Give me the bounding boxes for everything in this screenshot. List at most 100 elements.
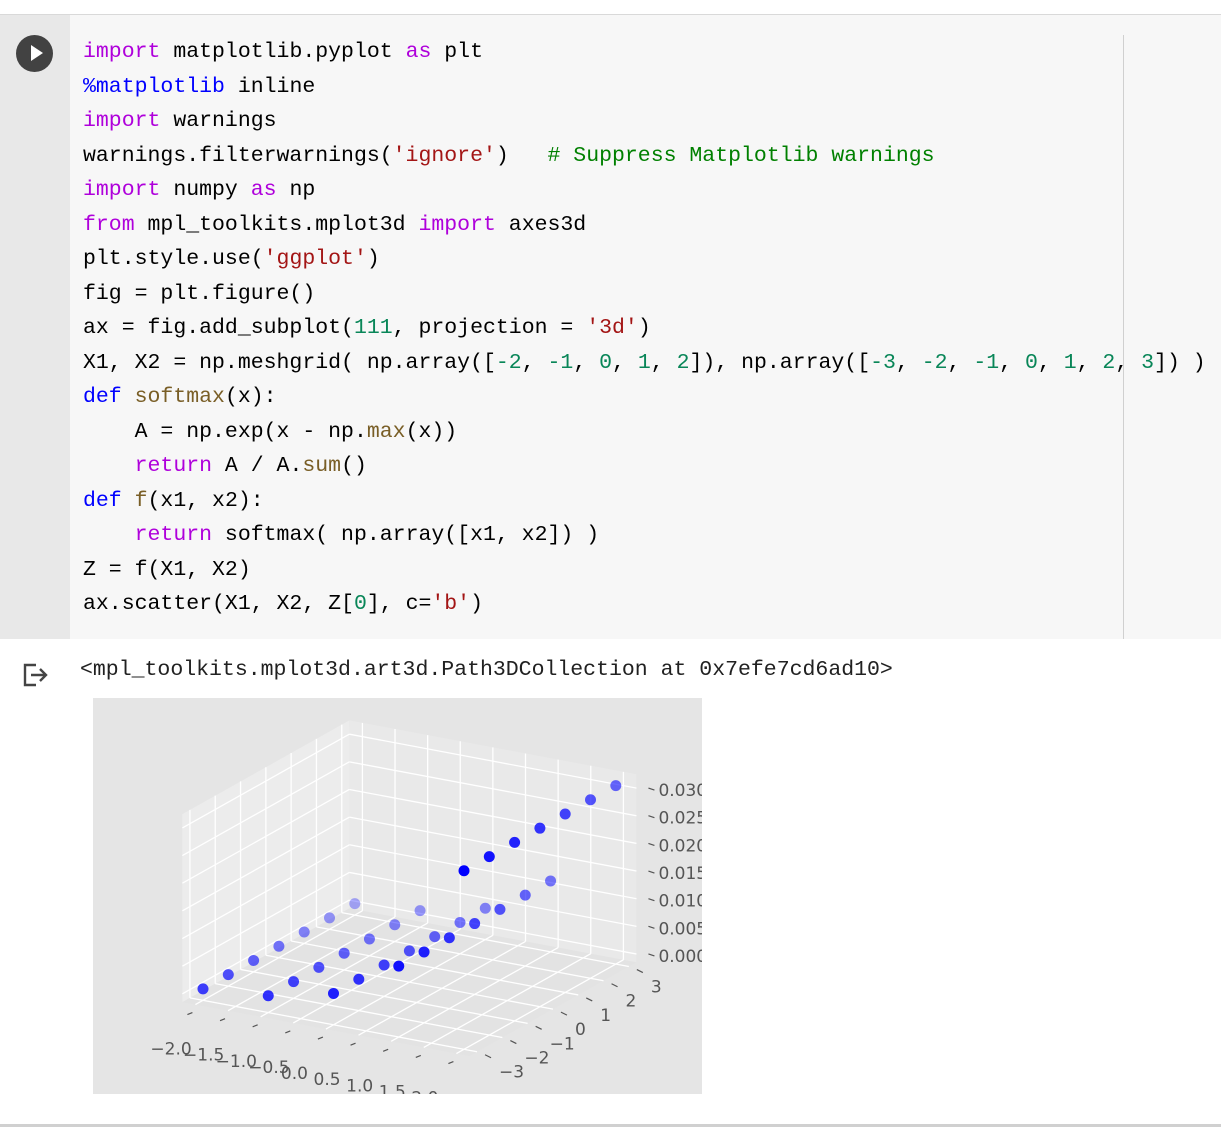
code-token: , — [1115, 350, 1142, 375]
code-token: max — [366, 419, 406, 444]
cell-gutter — [0, 15, 70, 639]
code-line: plt.style.use('ggplot') — [83, 242, 1206, 277]
code-token: import — [83, 109, 161, 133]
z-tick — [648, 787, 655, 791]
x-tick — [187, 1011, 193, 1016]
code-token: %matplotlib — [83, 74, 225, 99]
code-token: as — [250, 178, 277, 202]
x-tick — [317, 1036, 324, 1040]
scatter-point — [418, 946, 430, 958]
x-tick — [252, 1024, 258, 1028]
code-token: as — [405, 40, 432, 64]
code-token: ) — [470, 592, 483, 616]
code-line: return A / A.sum() — [83, 449, 1206, 484]
z-tick — [648, 953, 655, 957]
code-token: ], c= — [366, 592, 432, 616]
code-token: , — [573, 350, 600, 375]
z-tick — [648, 898, 655, 902]
code-line: import matplotlib.pyplot as plt — [83, 35, 1206, 70]
y-tick — [510, 1040, 517, 1045]
z-tick-label: 0.020 — [658, 836, 702, 856]
z-tick — [648, 870, 655, 874]
code-token: ) — [495, 143, 548, 168]
code-line: ax.scatter(X1, X2, Z[0], c='b') — [83, 587, 1206, 622]
scatter-point — [324, 912, 335, 924]
x-tick — [350, 1042, 356, 1046]
code-token: np — [276, 178, 316, 202]
code-line: Z = f(X1, X2) — [83, 553, 1206, 588]
x-tick — [382, 1048, 389, 1052]
code-token: 2 — [676, 350, 690, 375]
code-token: # Suppress Matplotlib warnings — [547, 143, 935, 168]
scatter-point — [363, 933, 375, 945]
chart-svg: −2.0−1.5−1.0−0.50.00.51.01.52.0−3−2−1012… — [150, 720, 707, 1109]
code-token: mpl_toolkits.mplot3d — [134, 212, 419, 237]
code-token: ) — [637, 316, 651, 340]
scatter-point — [585, 794, 596, 806]
z-tick-label: 0.025 — [658, 809, 702, 829]
code-token: import — [418, 212, 496, 237]
code-token: from — [83, 212, 135, 237]
y-tick — [484, 1054, 492, 1059]
code-token: ]) ) — [1154, 350, 1206, 375]
code-token: 1 — [1063, 350, 1077, 375]
code-token: 0 — [1024, 350, 1038, 375]
code-token: -1 — [547, 350, 574, 375]
z-tick-label: 0.015 — [658, 864, 702, 884]
y-tick-label: −1 — [550, 1034, 575, 1054]
scatter-point — [559, 808, 571, 820]
code-token: A / A. — [212, 454, 303, 478]
run-cell-button[interactable] — [16, 35, 53, 72]
scatter-point — [222, 969, 234, 981]
code-token: matplotlib.pyplot — [160, 40, 406, 64]
scatter-point — [298, 926, 310, 938]
code-editor[interactable]: import matplotlib.pyplot as plt %matplotl… — [83, 35, 1206, 622]
code-line: return softmax( np.array([x1, x2]) ) — [83, 518, 1206, 553]
scatter-point — [353, 973, 365, 985]
code-token: fig = plt.figure() — [83, 281, 316, 306]
code-token: plt.style.use( — [83, 247, 264, 271]
code-token: sum — [302, 454, 342, 478]
code-line: %matplotlib inline — [83, 70, 1206, 105]
code-token: warnings.filterwarnings( — [83, 143, 393, 168]
scatter-point — [483, 851, 495, 863]
code-token: return — [134, 454, 213, 478]
z-tick-label: 0.030 — [658, 781, 702, 801]
line-length-ruler — [1123, 35, 1124, 639]
code-cell[interactable]: import matplotlib.pyplot as plt %matplotl… — [0, 15, 1221, 639]
y-tick — [611, 983, 618, 988]
scatter-point — [273, 940, 285, 952]
scatter-point — [509, 836, 521, 848]
output-redirect-icon[interactable] — [22, 662, 50, 688]
code-line: X1, X2 = np.meshgrid( np.array([-2, -1, … — [83, 346, 1206, 381]
code-token: def — [83, 488, 122, 513]
code-line: def f(x1, x2): — [83, 484, 1206, 519]
code-line: import warnings — [83, 104, 1206, 139]
code-token: f — [134, 488, 148, 513]
scatter-3d-plot: −2.0−1.5−1.0−0.50.00.51.01.52.0−3−2−1012… — [93, 698, 707, 1109]
z-tick-label: 0.005 — [658, 919, 702, 939]
scatter-point — [288, 976, 300, 988]
code-token: '3d' — [586, 316, 638, 340]
code-token: return — [134, 523, 213, 547]
code-token: 0 — [353, 592, 367, 616]
code-token: A = np.exp(x - np. — [83, 419, 367, 444]
code-token: ax = fig.add_subplot( — [83, 316, 354, 340]
code-token: , — [947, 350, 974, 375]
code-token: , — [1037, 350, 1064, 375]
code-token: () — [341, 454, 367, 478]
code-token: axes3d — [495, 212, 587, 237]
z-tick — [648, 842, 655, 846]
scatter-point — [469, 918, 481, 930]
code-line: A = np.exp(x - np.max(x)) — [83, 415, 1206, 450]
code-token: 'b' — [431, 592, 471, 616]
scatter-point — [378, 959, 390, 971]
code-token: X1, X2 = np.meshgrid( np.array([ — [83, 350, 496, 375]
scatter-point — [429, 931, 441, 943]
z-tick — [648, 815, 655, 819]
y-tick-label: 2 — [626, 992, 637, 1012]
code-token: , — [895, 350, 922, 375]
y-tick-label: −3 — [499, 1063, 524, 1083]
